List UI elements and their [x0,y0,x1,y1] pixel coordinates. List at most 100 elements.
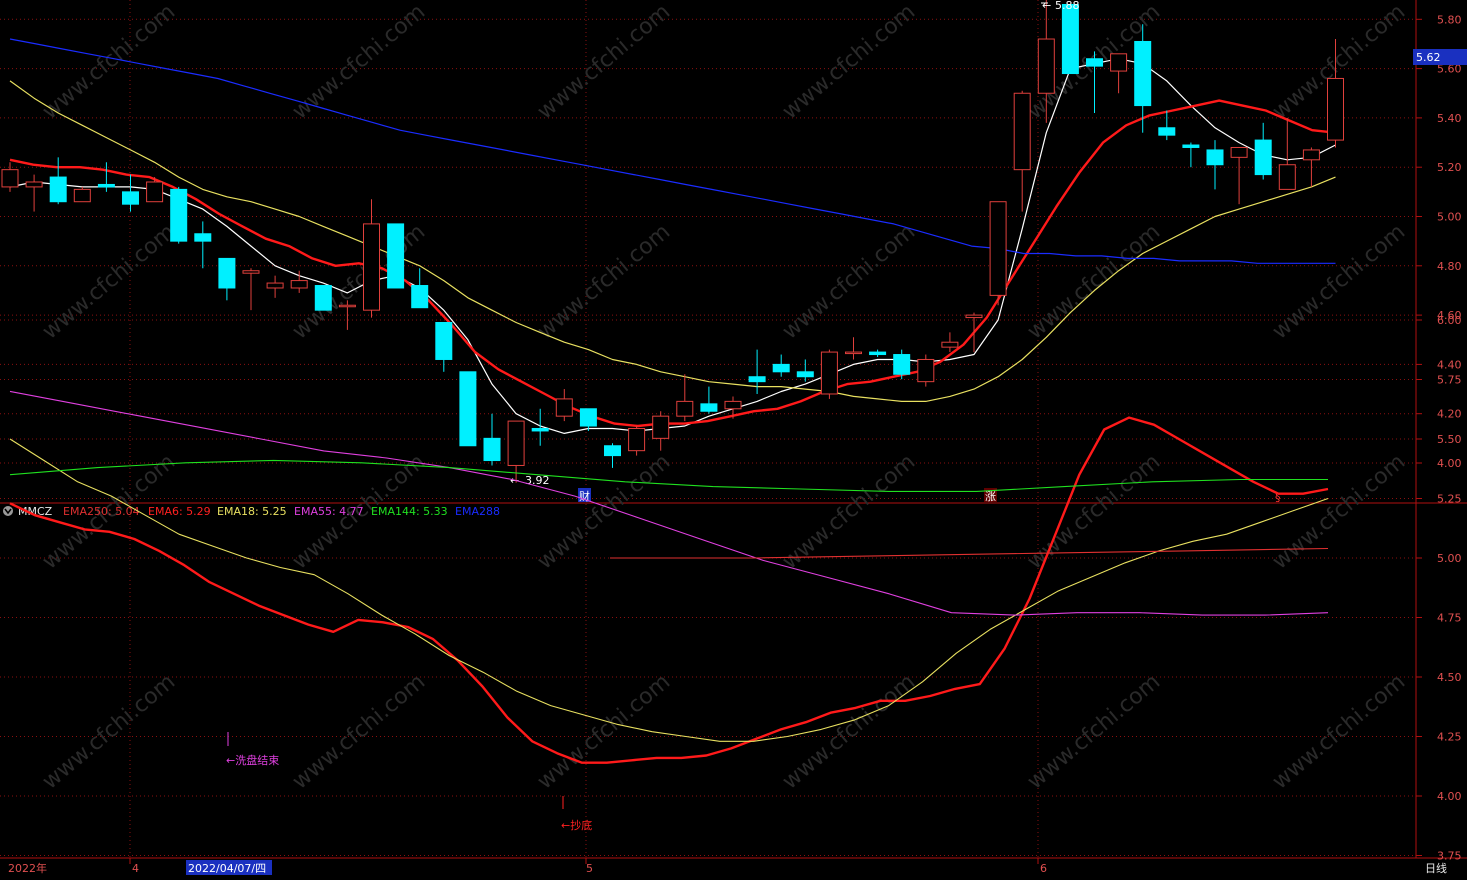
candle-body-up [917,358,935,383]
candle-body-down [869,351,887,356]
candle[interactable] [893,349,911,380]
candle-body-down [314,285,332,311]
candle-body-down [531,427,549,432]
candle-body-down [1061,4,1079,75]
candle-body-down [1254,139,1272,176]
price-tick-label: 5.00 [1437,211,1462,224]
indicator-tick-label: 5.75 [1437,374,1462,387]
candle-body-up [1013,92,1031,171]
indicator-tick-label: 6.00 [1437,314,1462,327]
candle-body-up [1302,149,1320,161]
candle-body-down [459,371,477,447]
candle-body-down [1158,127,1176,136]
candle-body-up [338,304,356,308]
candle-body-down [796,371,814,378]
candle-body-up [676,400,694,417]
indicator-tick-label: 4.50 [1437,671,1462,684]
indicator-tick-label: 5.50 [1437,433,1462,446]
indicator-legend: MMCZ EMA250: 5.04 EMA6: 5.29 EMA18: 5.25… [3,505,500,518]
high-price-annotation: ← 5.88 [1041,0,1080,12]
candle[interactable] [387,223,405,289]
chart-canvas[interactable]: www.cfchi.com www.cfchi.com www.cfchi.com w… [0,0,1467,876]
candle[interactable] [917,354,935,387]
candle-body-down [1182,144,1200,148]
svg-text:涨: 涨 [985,490,996,503]
svg-text:←: ← [1042,0,1051,12]
legend-ema18: EMA18: 5.25 [217,505,287,518]
candle-body-down [483,437,501,462]
candle-body-up [363,223,380,311]
candle-body-up [1,169,19,188]
price-tick-label: 4.80 [1437,260,1462,273]
time-label-year: 2022年 [8,861,47,875]
cursor-date-label: 2022/04/07/四 [188,862,266,875]
candle[interactable] [820,349,838,399]
candle-body-down [435,321,453,360]
candle-body-down [1206,149,1224,166]
candle[interactable] [170,186,188,244]
candle-body-down [387,223,405,289]
candle[interactable] [459,371,477,447]
candle-body-up [941,341,959,348]
candle[interactable] [73,186,91,203]
candle-body-down [97,183,115,188]
time-label-june: 6 [1040,862,1047,875]
candle-body-up [1230,146,1248,158]
candle-body-down [49,176,67,203]
candle-body-up [242,270,260,274]
candle[interactable] [628,426,646,456]
candle-body-up [1037,38,1055,94]
candle-body-down [748,376,766,383]
bottom-buy-label: ←抄底 [561,818,592,832]
candle[interactable] [989,201,1007,306]
candle-body-down [700,403,718,412]
stock-chart[interactable]: www.cfchi.com www.cfchi.com www.cfchi.com w… [0,0,1467,876]
candle-body-up [845,351,862,355]
price-tick-label: 5.40 [1437,112,1462,125]
candle-body-down [194,233,212,242]
candle-body-up [266,282,284,289]
candle-body-down [218,257,236,289]
period-label[interactable]: 日线 [1425,861,1447,875]
indicator-tick-label: 4.75 [1437,612,1462,625]
current-price-label: 5.62 [1416,51,1441,64]
time-label-may: 5 [586,862,593,875]
candle-body-up [73,188,91,203]
candle-body-down [893,354,911,375]
candle-body-up [146,181,164,203]
indicator-tick-label: 4.00 [1437,790,1462,803]
candle-body-up [1110,53,1128,72]
candle-body-up [628,427,646,452]
candle-body-up [1278,164,1296,190]
current-price-tag: 5.62 [1413,49,1467,65]
candle-body-down [579,408,597,427]
candle-body-down [122,191,139,205]
price-tick-label: 4.40 [1437,358,1462,371]
candle-body-down [170,188,188,242]
indicator-tick-label: 5.00 [1437,552,1462,565]
candle-body-up [652,415,670,439]
wash-end-label: ←洗盘结束 [226,753,279,767]
legend-ema6: EMA6: 5.29 [148,505,211,518]
candle-body-down [1086,58,1103,67]
candle-body-up [724,400,742,410]
candle-body-up [989,201,1007,296]
candle-body-up [820,351,838,395]
legend-ema250: EMA250: 5.04 [63,505,140,518]
price-tick-label: 4.20 [1437,408,1462,421]
candle-body-up [1327,77,1344,141]
indicator-tick-label: 3.75 [1437,850,1462,863]
candle[interactable] [314,285,332,311]
price-tick-label: 4.00 [1437,457,1462,470]
candle[interactable] [1061,4,1079,75]
candle-body-up [965,314,983,319]
candle-body-down [1134,40,1152,107]
candle-body-up [507,420,525,466]
price-tick-label: 5.80 [1437,13,1462,26]
high-price-label: 5.88 [1055,0,1080,12]
price-tick-label: 5.20 [1437,161,1462,174]
candle-body-down [411,285,429,309]
candle-body-down [772,363,790,373]
candle-body-up [25,181,43,188]
legend-ema144: EMA144: 5.33 [371,505,448,518]
